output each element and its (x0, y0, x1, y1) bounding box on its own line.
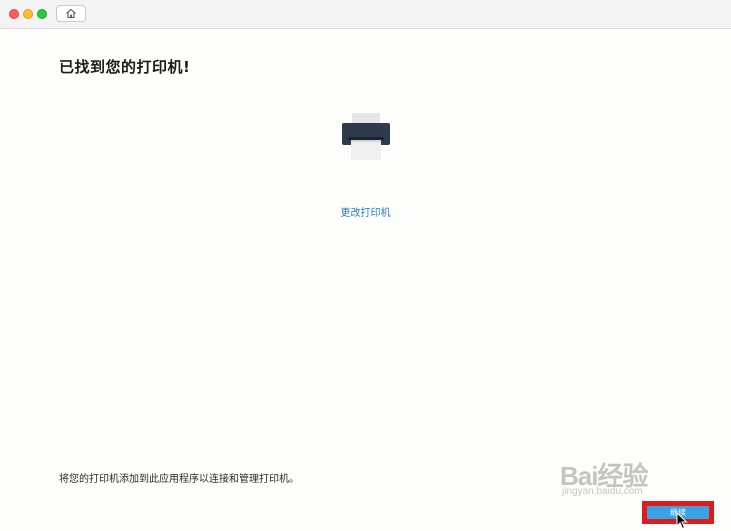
page-title: 已找到您的打印机! (59, 58, 191, 76)
mouse-pointer-icon (676, 512, 688, 530)
change-printer-link[interactable]: 更改打印机 (341, 208, 391, 219)
baidu-jingyan-watermark: Bai经验 jingyan.baidu.com (560, 452, 710, 502)
printer-icon (342, 113, 390, 160)
window-titlebar (0, 0, 731, 29)
close-window-button[interactable] (9, 9, 19, 19)
zoom-window-button[interactable] (37, 9, 47, 19)
footer-description: 将您的打印机添加到此应用程序以连接和管理打印机。 (59, 474, 299, 485)
watermark-site: jingyan.baidu.com (562, 486, 643, 497)
minimize-window-button[interactable] (23, 9, 33, 19)
change-printer-row: 更改打印机 (0, 204, 731, 219)
home-icon (66, 8, 76, 19)
home-button[interactable] (56, 5, 86, 22)
